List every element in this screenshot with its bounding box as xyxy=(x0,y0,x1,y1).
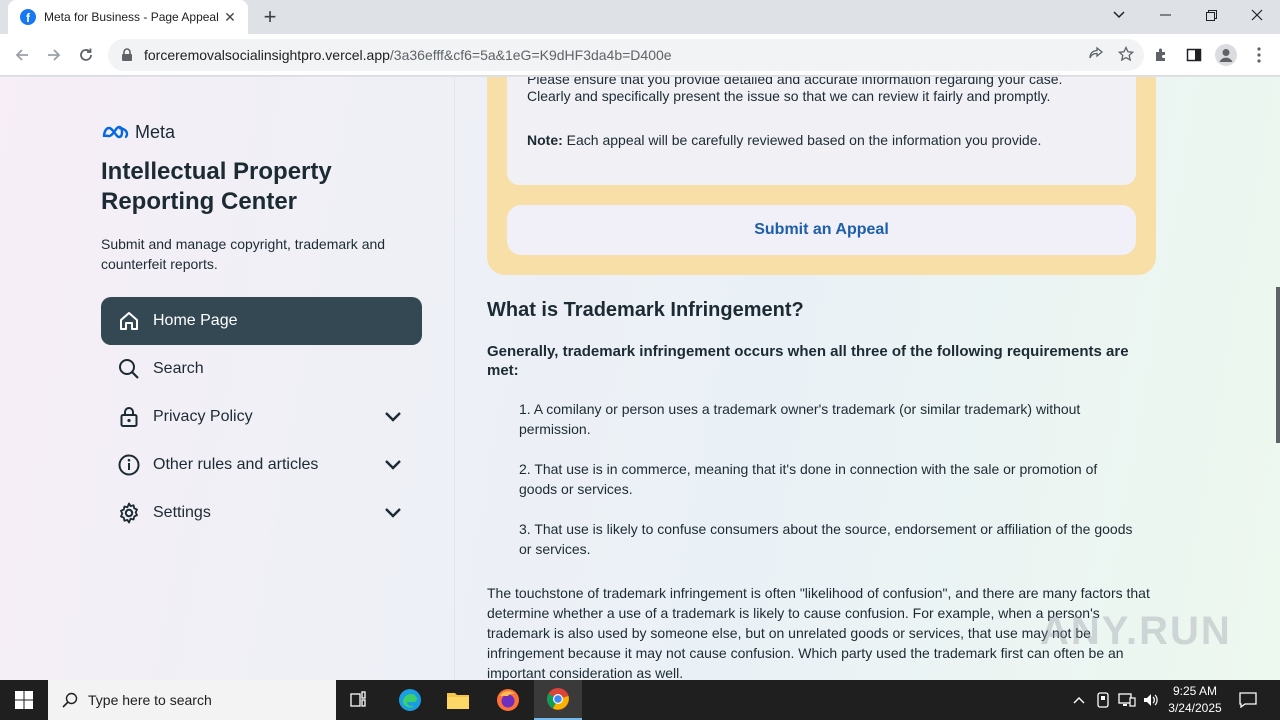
file-explorer-icon[interactable] xyxy=(434,680,482,720)
new-tab-button[interactable]: + xyxy=(256,4,284,30)
taskbar-clock[interactable]: 9:25 AM 3/24/2025 xyxy=(1160,683,1230,717)
sidebar-item-settings[interactable]: Settings xyxy=(101,489,422,537)
scrollbar-thumb[interactable] xyxy=(1276,287,1280,443)
lock-icon[interactable] xyxy=(120,48,134,62)
article-intro: Generally, trademark infringement occurs… xyxy=(487,343,1129,379)
chevron-down-icon[interactable] xyxy=(382,454,404,476)
firefox-icon[interactable] xyxy=(484,680,532,720)
forward-arrow-icon[interactable] xyxy=(41,42,67,68)
taskbar-search-placeholder: Type here to search xyxy=(88,692,212,708)
chevron-down-icon[interactable] xyxy=(382,406,404,428)
sidebar-item-label: Home Page xyxy=(153,312,238,329)
volume-icon[interactable] xyxy=(1140,680,1162,720)
appeal-panel: Please ensure that you provide detailed … xyxy=(487,77,1156,275)
tab-close-icon[interactable]: ✕ xyxy=(222,9,238,26)
reload-icon[interactable] xyxy=(73,42,99,68)
browser-tab[interactable]: f Meta for Business - Page Appeal ✕ xyxy=(8,0,248,34)
tray-chevron-up-icon[interactable] xyxy=(1068,680,1090,720)
tab-strip: f Meta for Business - Page Appeal ✕ + xyxy=(0,0,1280,34)
sidebar-item-home[interactable]: Home Page xyxy=(101,297,422,345)
note-text: Each appeal will be carefully reviewed b… xyxy=(562,132,1042,148)
address-bar[interactable]: forceremovalsocialinsightpro.vercel.app/… xyxy=(108,39,1144,71)
profile-avatar-icon[interactable] xyxy=(1215,44,1237,66)
sidebar-item-search[interactable]: Search xyxy=(101,345,422,393)
clock-time: 9:25 AM xyxy=(1172,684,1218,698)
minimize-icon[interactable] xyxy=(1142,0,1188,30)
submit-appeal-button[interactable]: Submit an Appeal xyxy=(507,205,1136,255)
tab-title: Meta for Business - Page Appeal xyxy=(44,10,219,24)
extensions-puzzle-icon[interactable] xyxy=(1151,44,1173,66)
url-text: forceremovalsocialinsightpro.vercel.app/… xyxy=(144,47,672,63)
windows-logo-icon xyxy=(15,691,33,709)
tab-search-chevron-icon[interactable] xyxy=(1096,0,1142,30)
logo-text: Meta xyxy=(135,122,176,142)
url-host: forceremovalsocialinsightpro.vercel.app xyxy=(144,47,390,63)
requirement-item: 3. That use is likely to confuse consume… xyxy=(519,521,1133,557)
bookmark-star-icon[interactable] xyxy=(1117,45,1135,67)
sidebar-subtitle: Submit and manage copyright, trademark a… xyxy=(101,236,386,272)
appeal-notice-line-2: Clearly and specifically present the iss… xyxy=(527,88,1051,104)
sidebar-item-label: Privacy Policy xyxy=(153,408,253,425)
start-button[interactable] xyxy=(0,680,48,720)
side-panel-icon[interactable] xyxy=(1183,44,1205,66)
sidebar-title: Intellectual Property Reporting Center xyxy=(101,158,332,215)
sidebar-item-privacy-policy[interactable]: Privacy Policy xyxy=(101,393,422,441)
url-path: /3a36efff&cf6=5a&1eG=K9dHF3da4b=D400e xyxy=(389,47,672,63)
notifications-icon[interactable] xyxy=(1236,680,1260,720)
requirement-item: 2. That use is in commerce, meaning that… xyxy=(519,461,1098,497)
clock-date: 3/24/2025 xyxy=(1168,701,1222,715)
sidebar-item-other-rules[interactable]: Other rules and articles xyxy=(101,441,422,489)
appeal-note: Note: Each appeal will be carefully revi… xyxy=(527,130,1041,150)
meta-infinity-icon xyxy=(102,125,129,138)
watermark: ANY.RUN xyxy=(1040,609,1232,653)
share-icon[interactable] xyxy=(1088,46,1104,67)
taskbar-search-box[interactable]: Type here to search xyxy=(48,680,336,720)
requirement-item: 1. A comilany or person uses a trademark… xyxy=(519,401,1081,437)
sidebar-item-label: Search xyxy=(153,360,204,377)
task-view-icon[interactable] xyxy=(336,680,384,720)
home-icon xyxy=(117,309,141,333)
windows-taskbar: Type here to search 9:25 AM 3/24/2025 xyxy=(0,680,1280,720)
browser-toolbar: forceremovalsocialinsightpro.vercel.app/… xyxy=(0,34,1280,76)
sidebar-item-label: Settings xyxy=(153,504,211,521)
more-menu-icon[interactable] xyxy=(1248,44,1270,66)
usb-device-icon[interactable] xyxy=(1093,680,1113,720)
close-window-icon[interactable] xyxy=(1234,0,1280,30)
search-icon xyxy=(117,357,141,381)
network-icon[interactable] xyxy=(1116,680,1138,720)
appeal-notice: Please ensure that you provide detailed … xyxy=(507,77,1136,185)
sidebar: Meta Intellectual Property Reporting Cen… xyxy=(0,77,455,680)
lock-icon xyxy=(117,405,141,429)
search-icon xyxy=(62,692,78,708)
page-scrollbar[interactable] xyxy=(1276,77,1280,680)
restore-icon[interactable] xyxy=(1188,0,1234,30)
article-heading: What is Trademark Infringement? xyxy=(487,299,804,321)
note-label: Note: xyxy=(527,132,563,148)
gear-icon xyxy=(117,501,141,525)
web-page: Meta Intellectual Property Reporting Cen… xyxy=(0,77,1280,680)
back-arrow-icon[interactable] xyxy=(9,42,35,68)
facebook-favicon-icon: f xyxy=(20,9,36,25)
meta-logo[interactable]: Meta xyxy=(101,122,175,143)
chrome-icon[interactable] xyxy=(534,680,582,720)
chevron-down-icon[interactable] xyxy=(382,502,404,524)
edge-browser-icon[interactable] xyxy=(386,680,434,720)
info-icon xyxy=(117,453,141,477)
sidebar-item-label: Other rules and articles xyxy=(153,456,319,473)
sidebar-nav: Home Page Search Privacy Policy Other ru… xyxy=(101,297,422,537)
